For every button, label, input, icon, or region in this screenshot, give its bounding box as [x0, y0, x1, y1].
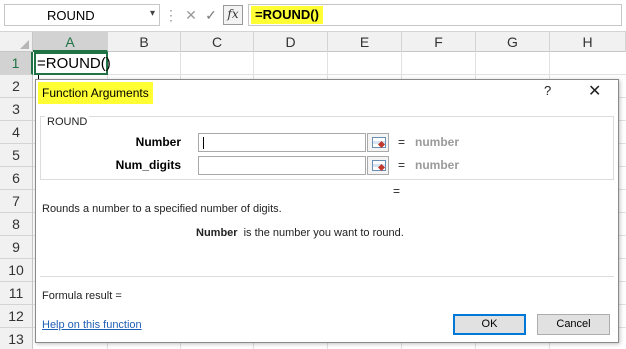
argument-label-number: Number — [135, 135, 181, 149]
row-header-13[interactable]: 13 — [0, 328, 33, 349]
corner-select-icon[interactable] — [0, 32, 33, 52]
name-box-value: ROUND — [47, 8, 95, 23]
enter-icon[interactable]: ✓ — [202, 5, 220, 25]
column-header-a[interactable]: A — [33, 32, 108, 52]
result-equals: = — [393, 184, 401, 198]
num-digits-hint: number — [415, 158, 460, 172]
divider — [40, 276, 614, 277]
active-cell-a1[interactable]: =ROUND() — [34, 52, 111, 92]
name-box[interactable]: ROUND ▾ — [4, 4, 160, 26]
function-name: ROUND — [45, 116, 90, 128]
chevron-down-icon[interactable]: ▾ — [150, 8, 155, 19]
close-icon[interactable]: ✕ — [588, 81, 601, 101]
arguments-group: ROUND Number = number Num_digits = numbe… — [40, 116, 614, 180]
column-header-d[interactable]: D — [254, 32, 328, 52]
argument-description-text: is the number you want to round. — [243, 227, 404, 239]
column-header-b[interactable]: B — [108, 32, 181, 52]
column-header-c[interactable]: C — [181, 32, 254, 52]
row-header-2[interactable]: 2 — [0, 75, 33, 98]
row-header-3[interactable]: 3 — [0, 98, 33, 121]
function-description: Rounds a number to a specified number of… — [42, 203, 282, 215]
row-header-5[interactable]: 5 — [0, 144, 33, 167]
help-icon[interactable]: ? — [544, 83, 551, 98]
function-arguments-dialog: Function Arguments ? ✕ ROUND Number = nu… — [35, 79, 619, 343]
row-header-9[interactable]: 9 — [0, 236, 33, 259]
row-header-1[interactable]: 1 — [0, 52, 33, 75]
column-header-g[interactable]: G — [476, 32, 550, 52]
column-header-e[interactable]: E — [328, 32, 402, 52]
range-selector-icon[interactable] — [367, 156, 389, 175]
column-headers: A B C D E F G H — [0, 32, 626, 52]
argument-label-num-digits: Num_digits — [115, 158, 181, 172]
formula-input[interactable]: =ROUND() — [248, 4, 622, 26]
num-digits-input[interactable] — [198, 156, 366, 175]
row-header-7[interactable]: 7 — [0, 190, 33, 213]
active-cell-content: =ROUND() — [37, 55, 111, 72]
row-header-10[interactable]: 10 — [0, 259, 33, 282]
formula-result-label: Formula result = — [42, 290, 122, 302]
grip-icon: ⋮ — [164, 7, 178, 23]
number-input[interactable] — [198, 133, 366, 152]
column-header-h[interactable]: H — [550, 32, 626, 52]
dialog-title: Function Arguments — [38, 82, 153, 104]
input-caret — [203, 137, 204, 149]
row-header-11[interactable]: 11 — [0, 282, 33, 305]
cancel-icon[interactable]: ✕ — [182, 5, 200, 25]
cancel-button[interactable]: Cancel — [537, 314, 610, 335]
row-header-12[interactable]: 12 — [0, 305, 33, 328]
fx-icon[interactable]: fx — [223, 5, 243, 25]
number-equals: = — [398, 135, 406, 149]
num-digits-equals: = — [398, 158, 406, 172]
row-header-6[interactable]: 6 — [0, 167, 33, 190]
formula-bar: ROUND ▾ ⋮ ✕ ✓ fx =ROUND() — [0, 0, 626, 32]
row-header-4[interactable]: 4 — [0, 121, 33, 144]
row-header-8[interactable]: 8 — [0, 213, 33, 236]
number-hint: number — [415, 135, 460, 149]
ok-button[interactable]: OK — [453, 314, 526, 335]
argument-description-name: Number — [196, 227, 238, 239]
formula-text: =ROUND() — [251, 6, 323, 24]
argument-description: Number is the number you want to round. — [196, 227, 404, 239]
range-selector-icon[interactable] — [367, 133, 389, 152]
help-link[interactable]: Help on this function — [42, 319, 142, 331]
column-header-f[interactable]: F — [402, 32, 476, 52]
